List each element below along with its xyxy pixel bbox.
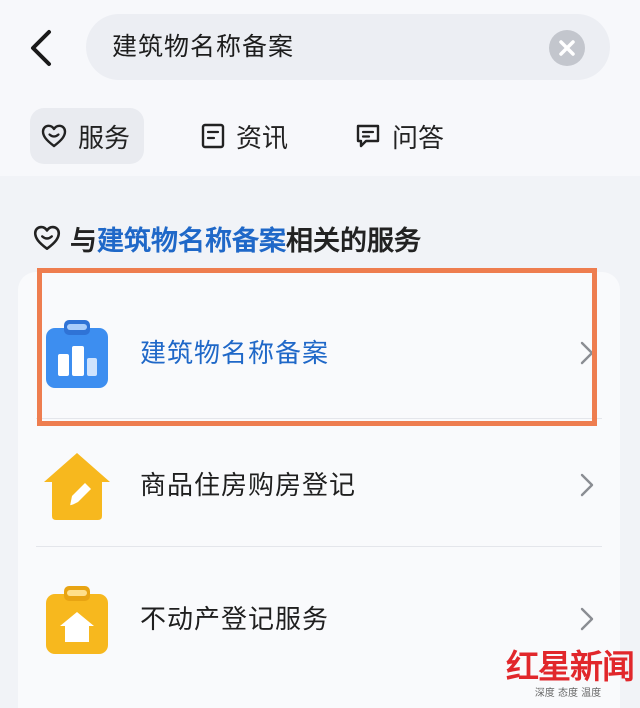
section-title-suffix: 相关的服务 xyxy=(286,225,421,257)
section-title: 与 建筑物名称备案 相关的服务 xyxy=(32,216,421,260)
back-button[interactable] xyxy=(22,26,62,70)
section-title-prefix: 与 xyxy=(70,225,97,257)
chevron-left-icon xyxy=(31,30,51,66)
section-title-keyword: 建筑物名称备案 xyxy=(97,225,286,257)
heart-outline-icon xyxy=(33,225,61,250)
tab-qa-label: 问答 xyxy=(392,123,445,154)
search-input[interactable]: 建筑物名称备案 xyxy=(112,30,294,64)
news-icon xyxy=(201,123,225,149)
tab-news[interactable]: 资讯 xyxy=(200,108,288,164)
chevron-right-icon xyxy=(580,341,594,365)
watermark-logo: 红星新闻 xyxy=(506,647,635,686)
watermark-slogan: 深度 态度 温度 xyxy=(534,688,602,699)
chat-bubble-icon xyxy=(356,124,380,148)
chevron-right-icon xyxy=(580,473,594,497)
service-item-label: 建筑物名称备案 xyxy=(140,339,330,369)
tab-services[interactable]: 服务 xyxy=(30,108,145,164)
service-item-label: 商品住房购房登记 xyxy=(140,471,357,501)
clear-search-button[interactable] xyxy=(549,30,585,66)
watermark: 红星新闻 深度 态度 温度 xyxy=(500,640,635,704)
service-item-label: 不动产登记服务 xyxy=(140,605,330,635)
service-item-building-name-filing[interactable]: 建筑物名称备案 xyxy=(18,282,620,418)
service-item-housing-purchase-registration[interactable]: 商品住房购房登记 xyxy=(18,414,620,550)
divider xyxy=(36,546,602,547)
tab-qa[interactable]: 问答 xyxy=(354,108,444,164)
search-bar[interactable]: 建筑物名称备案 xyxy=(86,14,610,80)
heart-outline-icon xyxy=(41,124,67,148)
blue-clipboard-building-icon xyxy=(46,320,108,388)
search-tabs: 服务 资讯 问答 xyxy=(30,108,630,164)
yellow-house-pen-icon xyxy=(44,453,110,520)
tab-services-label: 服务 xyxy=(78,123,131,154)
tab-news-label: 资讯 xyxy=(236,123,289,154)
chevron-right-icon xyxy=(580,607,594,631)
header-bar: 建筑物名称备案 服务 资讯 问答 xyxy=(0,0,640,176)
close-icon xyxy=(559,40,575,56)
yellow-clipboard-house-icon xyxy=(46,586,108,654)
